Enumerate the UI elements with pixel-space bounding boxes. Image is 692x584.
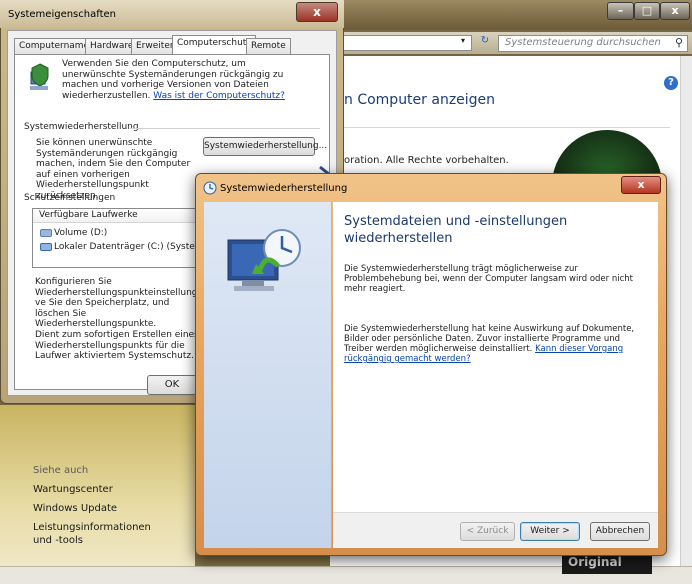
maximize-button[interactable]: □ [634,2,660,20]
list-item[interactable]: Volume (D:) [40,228,107,238]
section-title-restore: Systemwiederherstellung [24,122,139,132]
wizard-heading: Systemdateien und -einstellungen wiederh… [344,214,568,246]
drive-label: Lokaler Datenträger (C:) (System) [54,242,208,252]
search-input[interactable]: Systemsteuerung durchsuchen ⚲ [498,35,688,52]
tab-computerschutz[interactable]: Computerschutz [172,35,257,55]
see-also-title: Siehe auch [33,465,89,476]
close-button[interactable]: x [660,2,690,20]
wizard-paragraph-1: Die Systemwiederherstellung trägt möglic… [344,264,633,294]
link-performance-tools[interactable]: Leistungsinformationen und -tools [33,521,173,547]
restore-clock-icon [227,229,301,291]
back-button[interactable]: < Zurück [460,522,515,541]
system-restore-icon [203,181,217,195]
section-title-protection: Schutzeinstellungen [24,193,116,203]
create-text: Dient zum sofortigen Erstellen eines Wie… [35,330,199,361]
drives-column-header[interactable]: Verfügbare Laufwerke [33,209,201,223]
close-button[interactable]: x [621,176,661,194]
intro-text: Verwenden Sie den Computerschutz, um une… [62,59,302,101]
link-windows-update[interactable]: Windows Update [33,502,117,515]
drive-label: Volume (D:) [54,228,108,238]
minimize-button[interactable]: – [607,2,634,20]
tab-computername[interactable]: Computername [14,38,95,54]
refresh-icon[interactable]: ↻ [476,35,494,51]
restore-description: Sie können unerwünschte Systemänderungen… [36,138,191,201]
copyright-text: oration. Alle Rechte vorbehalten. [344,155,509,166]
wizard-paragraph-2: Die Systemwiederherstellung hat keine Au… [344,324,644,364]
system-drive-icon [40,242,52,251]
next-button[interactable]: Weiter > [520,522,580,541]
content-title: n Computer anzeigen [344,92,496,108]
list-item[interactable]: Lokaler Datenträger (C:) (System) [40,242,207,252]
search-placeholder: Systemsteuerung durchsuchen [505,37,661,48]
chevron-down-icon[interactable]: ▾ [456,36,470,50]
cancel-button[interactable]: Abbrechen [590,522,650,541]
ok-button[interactable]: OK [147,375,197,395]
divider [130,128,320,129]
tab-remote[interactable]: Remote [246,38,291,54]
system-restore-button[interactable]: Systemwiederherstellung... [203,137,327,156]
search-icon[interactable]: ⚲ [675,36,683,49]
scrollbar[interactable] [680,56,692,566]
system-properties-title: Systemeigenschaften [8,9,116,20]
wizard-title: Systemwiederherstellung [220,183,348,194]
link-maintenance-center[interactable]: Wartungscenter [33,483,113,496]
close-button[interactable]: x [296,2,338,22]
divider [340,127,670,128]
drive-icon [40,228,52,237]
help-icon[interactable]: ? [664,76,678,90]
configure-text: Konfigurieren Sie Wiederherstellungspunk… [35,277,212,329]
address-field[interactable] [342,35,472,51]
what-is-protection-link[interactable]: Was ist der Computerschutz? [153,91,285,101]
shield-icon [30,63,49,90]
